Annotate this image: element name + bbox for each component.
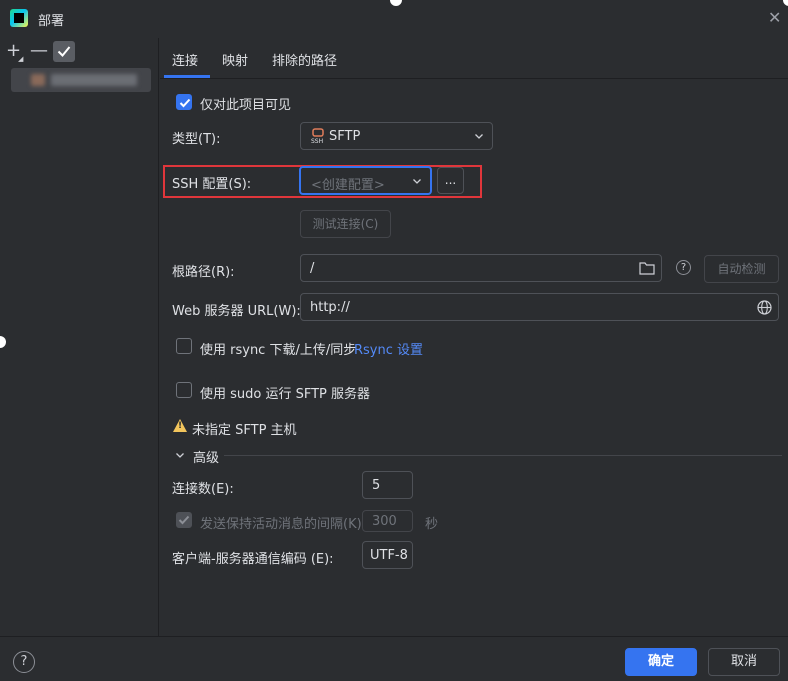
keepalive-checkbox[interactable]: [176, 512, 192, 528]
advanced-divider: [224, 455, 782, 456]
keepalive-value: 300: [372, 514, 397, 529]
globe-icon[interactable]: [757, 300, 772, 319]
visible-only-this-project-label: 仅对此项目可见: [200, 98, 292, 113]
svg-text:SSH: SSH: [311, 138, 323, 144]
keepalive-unit: 秒: [425, 517, 439, 532]
chevron-down-icon: [412, 175, 422, 190]
web-server-url-input[interactable]: http://: [300, 293, 779, 321]
type-select[interactable]: SSH SFTP: [300, 122, 493, 150]
warning-message: 未指定 SFTP 主机: [192, 423, 297, 438]
server-list-panel: [0, 38, 159, 636]
chevron-down-icon[interactable]: [175, 449, 185, 464]
server-name-redacted: [51, 74, 137, 86]
cancel-button[interactable]: 取消: [708, 648, 780, 676]
encoding-value: UTF-8: [370, 548, 408, 563]
folder-icon[interactable]: [639, 261, 655, 279]
app-logo-icon: [10, 9, 28, 27]
root-path-label: 根路径(R):: [172, 265, 235, 280]
help-circle-icon[interactable]: ?: [676, 260, 691, 275]
window-title: 部署: [38, 14, 65, 29]
keepalive-input[interactable]: 300: [362, 510, 413, 532]
ok-button[interactable]: 确定: [625, 648, 697, 676]
encoding-input[interactable]: UTF-8: [362, 541, 413, 569]
web-server-url-value: http://: [310, 300, 350, 315]
tab-connection[interactable]: 连接: [172, 50, 198, 69]
remove-server-icon[interactable]: —: [30, 42, 48, 60]
keepalive-label: 发送保持活动消息的间隔(K):: [200, 517, 367, 532]
server-list-item[interactable]: [11, 68, 151, 92]
add-dropdown-arrow-icon: ◢: [18, 55, 24, 63]
test-connection-button[interactable]: 测试连接(C): [300, 210, 391, 238]
close-icon[interactable]: ✕: [768, 9, 781, 27]
tab-mappings[interactable]: 映射: [222, 50, 248, 69]
ssh-icon: SSH: [311, 128, 325, 145]
type-label: 类型(T):: [172, 132, 221, 147]
encoding-label: 客户端-服务器通信编码 (E):: [172, 552, 334, 567]
ssh-config-select[interactable]: <创建配置>: [299, 166, 432, 195]
root-path-input[interactable]: /: [300, 254, 662, 282]
tabs-divider: [160, 78, 788, 79]
root-path-value: /: [310, 261, 315, 276]
ssh-config-more-button[interactable]: ...: [437, 167, 464, 194]
advanced-section-header[interactable]: 高级: [193, 447, 219, 466]
help-icon[interactable]: ?: [13, 651, 35, 673]
tab-excluded-paths[interactable]: 排除的路径: [272, 50, 337, 69]
set-default-check-icon[interactable]: [53, 41, 75, 62]
use-sudo-checkbox[interactable]: [176, 382, 192, 398]
use-rsync-label: 使用 rsync 下载/上传/同步: [200, 343, 357, 358]
ssh-config-label: SSH 配置(S):: [172, 177, 252, 192]
chevron-down-icon: [474, 130, 484, 145]
rsync-settings-link[interactable]: Rsync 设置: [354, 339, 423, 358]
visible-only-this-project-checkbox[interactable]: [176, 94, 192, 110]
type-select-value: SFTP: [329, 129, 361, 144]
auto-detect-button[interactable]: 自动检测: [704, 255, 779, 283]
web-server-url-label: Web 服务器 URL(W):: [172, 304, 301, 319]
warning-icon: !: [173, 419, 187, 432]
connections-value: 5: [372, 478, 381, 493]
use-rsync-checkbox[interactable]: [176, 338, 192, 354]
ssh-config-placeholder: <创建配置>: [311, 178, 385, 193]
connections-input[interactable]: 5: [362, 471, 413, 499]
server-icon: [31, 74, 45, 86]
use-sudo-label: 使用 sudo 运行 SFTP 服务器: [200, 387, 371, 402]
connections-label: 连接数(E):: [172, 482, 234, 497]
